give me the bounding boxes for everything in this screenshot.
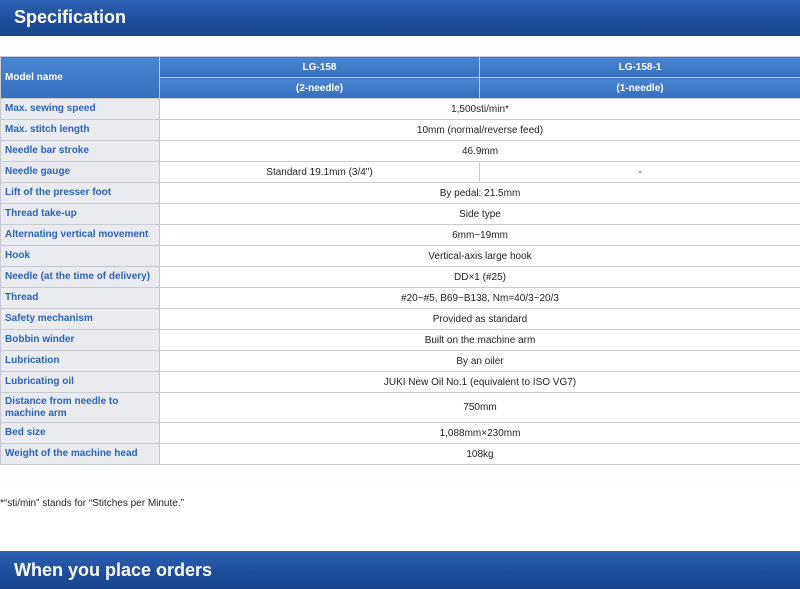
row-value: 10mm (normal/reverse feed) (159, 119, 800, 141)
row-value: 46.9mm (159, 140, 800, 162)
row-label: Thread take-up (0, 203, 160, 225)
row-label: Bobbin winder (0, 329, 160, 351)
row-value: #20~#5, B69~B138, Nm=40/3~20/3 (159, 287, 800, 309)
row-value: DD×1 (#25) (159, 266, 800, 288)
row-value: Built on the machine arm (159, 329, 800, 351)
table-row: Needle gauge Standard 19.1mm (3/4") - (0, 161, 800, 183)
row-label: Thread (0, 287, 160, 309)
row-value: 6mm~19mm (159, 224, 800, 246)
table-row: Lubrication By an oiler (0, 350, 800, 372)
row-value: Vertical-axis large hook (159, 245, 800, 267)
table-row: Bed size 1,088mm×230mm (0, 422, 800, 444)
orders-title: When you place orders (14, 560, 213, 580)
table-row: Hook Vertical-axis large hook (0, 245, 800, 267)
row-value: By an oiler (159, 350, 800, 372)
specification-banner: Specification (0, 0, 800, 36)
row-value-lg-158-1: - (479, 161, 800, 183)
table-row: Needle bar stroke 46.9mm (0, 140, 800, 162)
row-value: 750mm (159, 392, 800, 423)
table-row: Alternating vertical movement 6mm~19mm (0, 224, 800, 246)
row-value-lg-158: Standard 19.1mm (3/4") (159, 161, 480, 183)
model-lg-158-1: LG-158-1 (479, 56, 800, 78)
table-row: Thread #20~#5, B69~B138, Nm=40/3~20/3 (0, 287, 800, 309)
orders-banner: When you place orders (0, 551, 800, 589)
row-label: Lubrication (0, 350, 160, 372)
table-row: Safety mechanism Provided as standard (0, 308, 800, 330)
row-label: Lift of the presser foot (0, 182, 160, 204)
table-row: Lift of the presser foot By pedal: 21.5m… (0, 182, 800, 204)
row-value: Provided as standard (159, 308, 800, 330)
row-value: Side type (159, 203, 800, 225)
row-label: Distance from needle to machine arm (0, 392, 160, 423)
model-lg-158: LG-158 (159, 56, 480, 78)
row-label: Needle gauge (0, 161, 160, 183)
row-label: Needle (at the time of delivery) (0, 266, 160, 288)
row-label: Hook (0, 245, 160, 267)
row-label: Lubricating oil (0, 371, 160, 393)
row-value: 1,500sti/min* (159, 98, 800, 120)
model-name-header: Model name (0, 56, 160, 99)
row-label: Max. stitch length (0, 119, 160, 141)
row-label: Alternating vertical movement (0, 224, 160, 246)
table-row: Lubricating oil JUKI New Oil No.1 (equiv… (0, 371, 800, 393)
specification-title: Specification (14, 7, 127, 27)
table-row: Bobbin winder Built on the machine arm (0, 329, 800, 351)
row-value: 1,088mm×230mm (159, 422, 800, 444)
row-label: Safety mechanism (0, 308, 160, 330)
row-value: 108kg (159, 443, 800, 465)
model-lg-158-needle: (2-needle) (159, 77, 480, 99)
table-row: Distance from needle to machine arm 750m… (0, 392, 800, 423)
row-label: Bed size (0, 422, 160, 444)
table-row: Thread take-up Side type (0, 203, 800, 225)
table-row: Needle (at the time of delivery) DD×1 (#… (0, 266, 800, 288)
table-row: Weight of the machine head 108kg (0, 443, 800, 465)
row-label: Max. sewing speed (0, 98, 160, 120)
row-value: JUKI New Oil No.1 (equivalent to ISO VG7… (159, 371, 800, 393)
spec-table: Model name LG-158 LG-158-1 (2-needle) (1… (0, 56, 800, 465)
row-value: By pedal: 21.5mm (159, 182, 800, 204)
table-row: Max. sewing speed 1,500sti/min* (0, 98, 800, 120)
model-lg-158-1-needle: (1-needle) (479, 77, 800, 99)
row-label: Weight of the machine head (0, 443, 160, 465)
table-row: Max. stitch length 10mm (normal/reverse … (0, 119, 800, 141)
footnote: *“sti/min” stands for “Stitches per Minu… (0, 498, 184, 509)
row-label: Needle bar stroke (0, 140, 160, 162)
